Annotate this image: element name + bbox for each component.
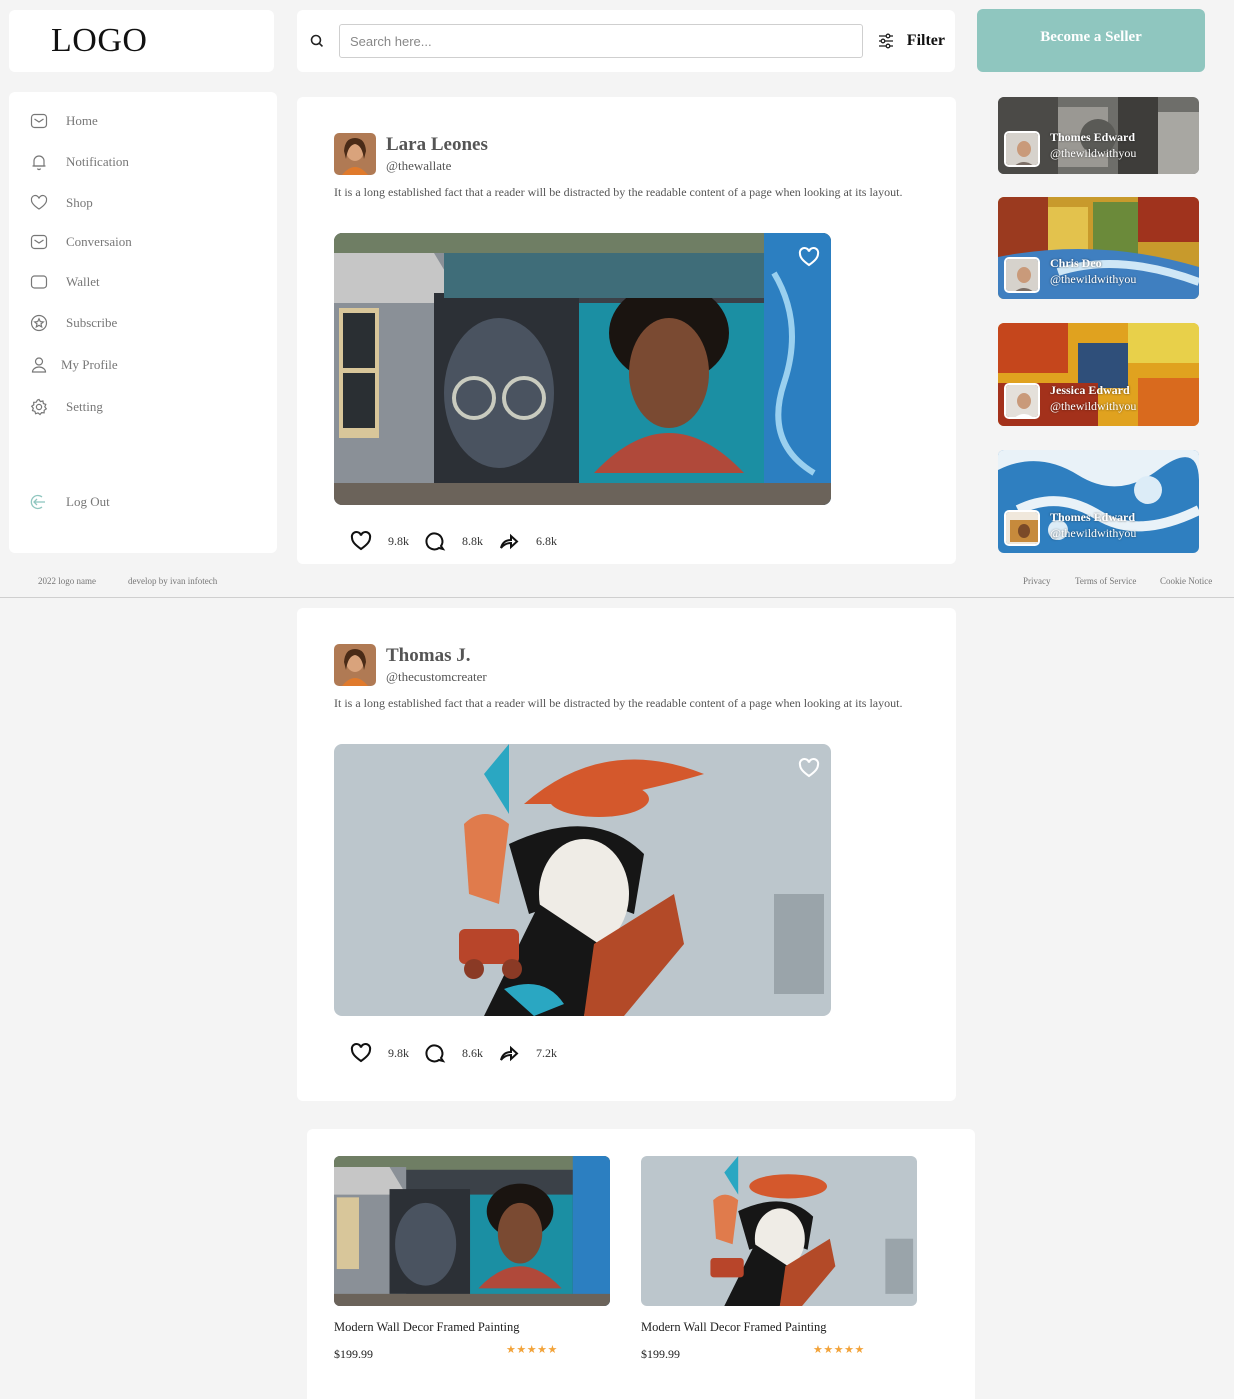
like-count: 9.8k <box>388 1045 409 1060</box>
post-author-handle[interactable]: @thecustomcreater <box>386 669 487 685</box>
creator-card[interactable]: Thomes Edward @thewildwithyou <box>998 97 1199 174</box>
creator-card[interactable]: Thomes Edward @thewildwithyou <box>998 450 1199 553</box>
mail-icon <box>30 113 48 129</box>
sidebar-item-home[interactable]: Home <box>29 111 98 131</box>
sidebar-item-label: Shop <box>66 195 93 210</box>
avatar <box>1004 510 1040 546</box>
divider <box>0 597 1234 598</box>
comment-count: 8.8k <box>462 533 483 548</box>
mural-image <box>334 233 831 505</box>
filter-label: Filter <box>906 32 945 49</box>
share-count: 7.2k <box>536 1045 557 1060</box>
footer-credit: develop by ivan infotech <box>128 576 218 586</box>
subscribe-icon <box>30 314 48 332</box>
rating-stars: ★★★★★ <box>813 1344 865 1356</box>
product-title[interactable]: Modern Wall Decor Framed Painting <box>641 1320 827 1335</box>
sidebar: Home Notification Shop Conversaion Walle… <box>9 92 277 553</box>
message-icon <box>30 234 48 250</box>
product-image[interactable] <box>334 1156 610 1306</box>
sidebar-item-label: Home <box>66 113 98 128</box>
post-card: Thomas J. @thecustomcreater It is a long… <box>297 608 956 1101</box>
search-icon[interactable] <box>309 33 325 49</box>
rating-stars: ★★★★★ <box>506 1344 558 1356</box>
sidebar-item-wallet[interactable]: Wallet <box>29 272 100 292</box>
sidebar-item-label: My Profile <box>61 357 118 372</box>
creator-name: Thomes Edward <box>1050 510 1136 524</box>
user-icon <box>31 357 47 373</box>
comment-icon[interactable] <box>423 529 447 553</box>
creator-card[interactable]: Jessica Edward @thewildwithyou <box>998 323 1199 426</box>
comment-icon[interactable] <box>423 1041 447 1065</box>
sliders-icon <box>878 33 893 49</box>
avatar <box>1004 131 1040 167</box>
logout-icon <box>30 494 45 510</box>
like-count: 9.8k <box>388 533 409 548</box>
share-count: 6.8k <box>536 533 557 548</box>
product-grid: Modern Wall Decor Framed Painting $199.9… <box>307 1129 975 1399</box>
post-stats: 9.8k 8.6k 7.2k <box>349 1041 571 1065</box>
logo-box[interactable]: LOGO <box>9 10 274 72</box>
post-author-name[interactable]: Lara Leones <box>386 134 488 156</box>
share-icon[interactable] <box>497 529 521 553</box>
post-author-handle[interactable]: @thewallate <box>386 158 451 174</box>
sidebar-item-label: Wallet <box>66 274 100 289</box>
post-image[interactable] <box>334 744 831 1016</box>
creator-handle: @thewildwithyou <box>1050 272 1137 286</box>
filter-button[interactable]: Filter <box>877 32 945 50</box>
product-price: $199.99 <box>641 1347 680 1361</box>
creator-name: Thomes Edward <box>1050 130 1136 144</box>
avatar <box>1004 257 1040 293</box>
search-bar: Filter <box>297 10 955 72</box>
post-author-name[interactable]: Thomas J. <box>386 645 470 667</box>
sidebar-item-conversation[interactable]: Conversaion <box>29 232 132 252</box>
creator-name: Chris Deo <box>1050 256 1102 270</box>
creator-name: Jessica Edward <box>1050 383 1130 397</box>
sidebar-item-notification[interactable]: Notification <box>29 152 129 172</box>
post-card: Lara Leones @thewallate It is a long est… <box>297 97 956 564</box>
logo[interactable]: LOGO <box>51 22 147 60</box>
logout-label: Log Out <box>66 494 110 509</box>
avatar[interactable] <box>334 133 376 175</box>
become-seller-button[interactable]: Become a Seller <box>977 9 1205 72</box>
post-image[interactable] <box>334 233 831 505</box>
like-heart-icon[interactable] <box>349 1041 373 1065</box>
sidebar-item-subscribe[interactable]: Subscribe <box>29 313 117 333</box>
product-image[interactable] <box>641 1156 917 1306</box>
sidebar-item-label: Subscribe <box>66 315 118 330</box>
favorite-heart-icon[interactable] <box>797 756 821 780</box>
post-text: It is a long established fact that a rea… <box>334 185 903 199</box>
wallet-icon <box>30 275 48 289</box>
sidebar-item-label: Conversaion <box>66 234 132 249</box>
creator-handle: @thewildwithyou <box>1050 399 1137 413</box>
post-text: It is a long established fact that a rea… <box>334 696 903 710</box>
heart-icon <box>30 194 48 210</box>
favorite-heart-icon[interactable] <box>797 245 821 269</box>
creator-handle: @thewildwithyou <box>1050 526 1137 540</box>
footer-link-terms[interactable]: Terms of Service <box>1075 576 1136 586</box>
bell-icon <box>32 155 46 171</box>
sidebar-item-my-profile[interactable]: My Profile <box>29 355 118 375</box>
creator-card[interactable]: Chris Deo @thewildwithyou <box>998 197 1199 299</box>
comment-count: 8.6k <box>462 1045 483 1060</box>
post-stats: 9.8k 8.8k 6.8k <box>349 529 571 553</box>
like-heart-icon[interactable] <box>349 529 373 553</box>
search-input[interactable] <box>338 24 863 58</box>
product-title[interactable]: Modern Wall Decor Framed Painting <box>334 1320 520 1335</box>
sidebar-item-label: Setting <box>66 399 103 414</box>
mural-image <box>334 744 831 1016</box>
creator-handle: @thewildwithyou <box>1050 146 1137 160</box>
sidebar-item-shop[interactable]: Shop <box>29 193 93 213</box>
sidebar-item-label: Notification <box>66 154 129 169</box>
sidebar-item-setting[interactable]: Setting <box>29 397 103 417</box>
logout-button[interactable]: Log Out <box>29 492 110 512</box>
footer-link-cookie[interactable]: Cookie Notice <box>1160 576 1212 586</box>
gear-icon <box>30 398 48 416</box>
avatar[interactable] <box>334 644 376 686</box>
footer-link-privacy[interactable]: Privacy <box>1023 576 1051 586</box>
share-icon[interactable] <box>497 1041 521 1065</box>
footer-copyright: 2022 logo name <box>38 576 96 586</box>
product-price: $199.99 <box>334 1347 373 1361</box>
avatar <box>1004 383 1040 419</box>
